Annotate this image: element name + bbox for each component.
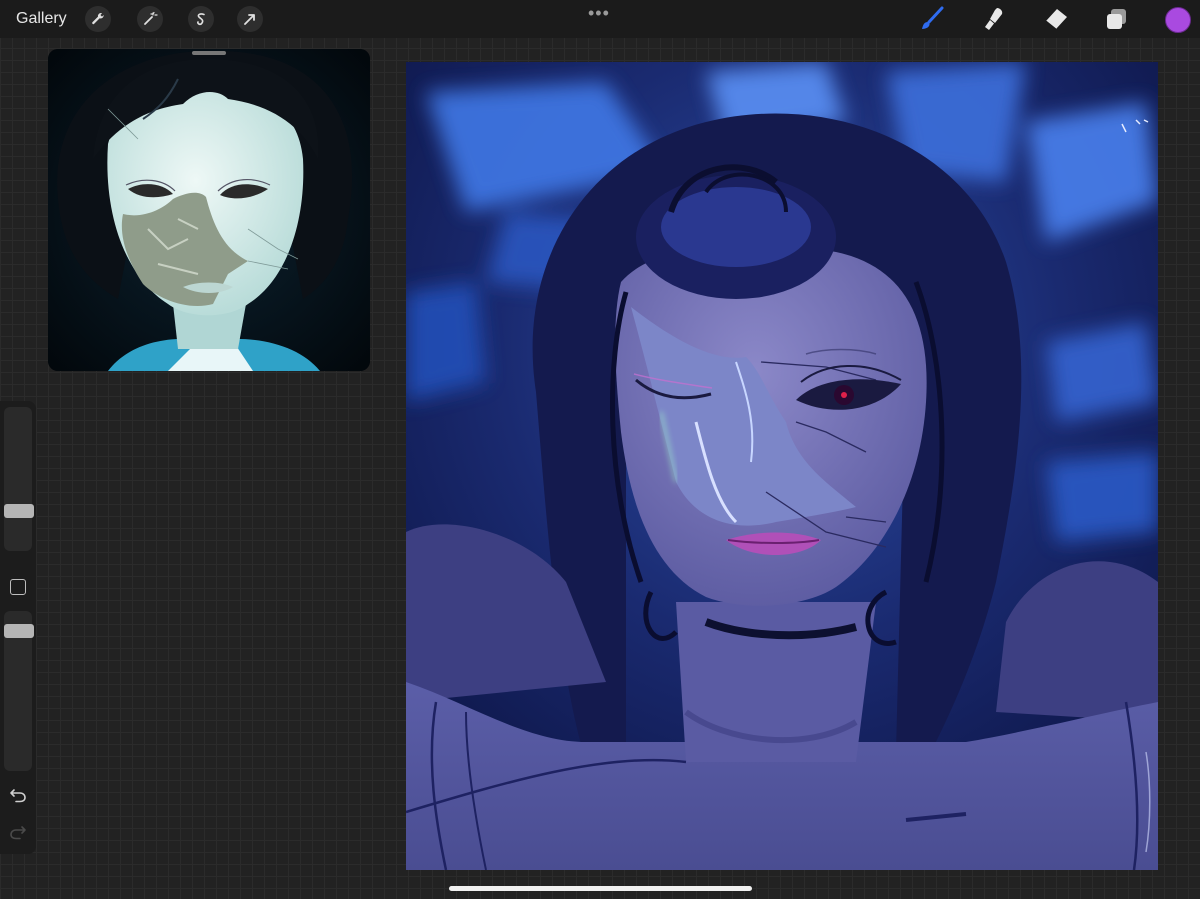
eraser-button[interactable] <box>1042 5 1070 33</box>
transform-button[interactable] <box>237 6 263 32</box>
brush-icon <box>922 6 944 29</box>
more-options-handle[interactable]: ••• <box>588 3 610 24</box>
layers-icon <box>1107 9 1126 29</box>
smudge-button[interactable] <box>980 5 1008 33</box>
gallery-button[interactable]: Gallery <box>16 10 67 28</box>
adjustments-button[interactable] <box>137 6 163 32</box>
opacity-thumb[interactable] <box>4 624 34 638</box>
brush-size-slider[interactable] <box>4 407 32 551</box>
actions-button[interactable] <box>85 6 111 32</box>
eraser-icon <box>1045 9 1067 30</box>
redo-icon[interactable] <box>9 824 27 840</box>
layers-button[interactable] <box>1103 5 1131 33</box>
modify-button[interactable] <box>10 579 26 595</box>
brush-button[interactable] <box>918 5 946 33</box>
reference-image-panel[interactable] <box>48 49 370 371</box>
arrow-cursor-icon <box>244 14 255 25</box>
reference-doll-photo <box>48 49 370 371</box>
artwork-illustration <box>406 62 1158 870</box>
selection-s-icon <box>197 13 205 26</box>
brush-size-thumb[interactable] <box>4 504 34 518</box>
wrench-icon <box>92 12 104 25</box>
top-toolbar: Gallery ••• <box>0 0 1200 38</box>
side-toolbar <box>0 401 36 854</box>
reference-drag-handle[interactable] <box>192 51 226 55</box>
smudge-icon <box>985 8 1003 30</box>
undo-icon[interactable] <box>9 787 27 803</box>
drawing-canvas[interactable] <box>406 62 1158 870</box>
selection-button[interactable] <box>188 6 214 32</box>
magic-wand-icon <box>144 11 158 25</box>
color-picker-swatch[interactable] <box>1165 7 1191 33</box>
home-indicator <box>449 886 752 891</box>
